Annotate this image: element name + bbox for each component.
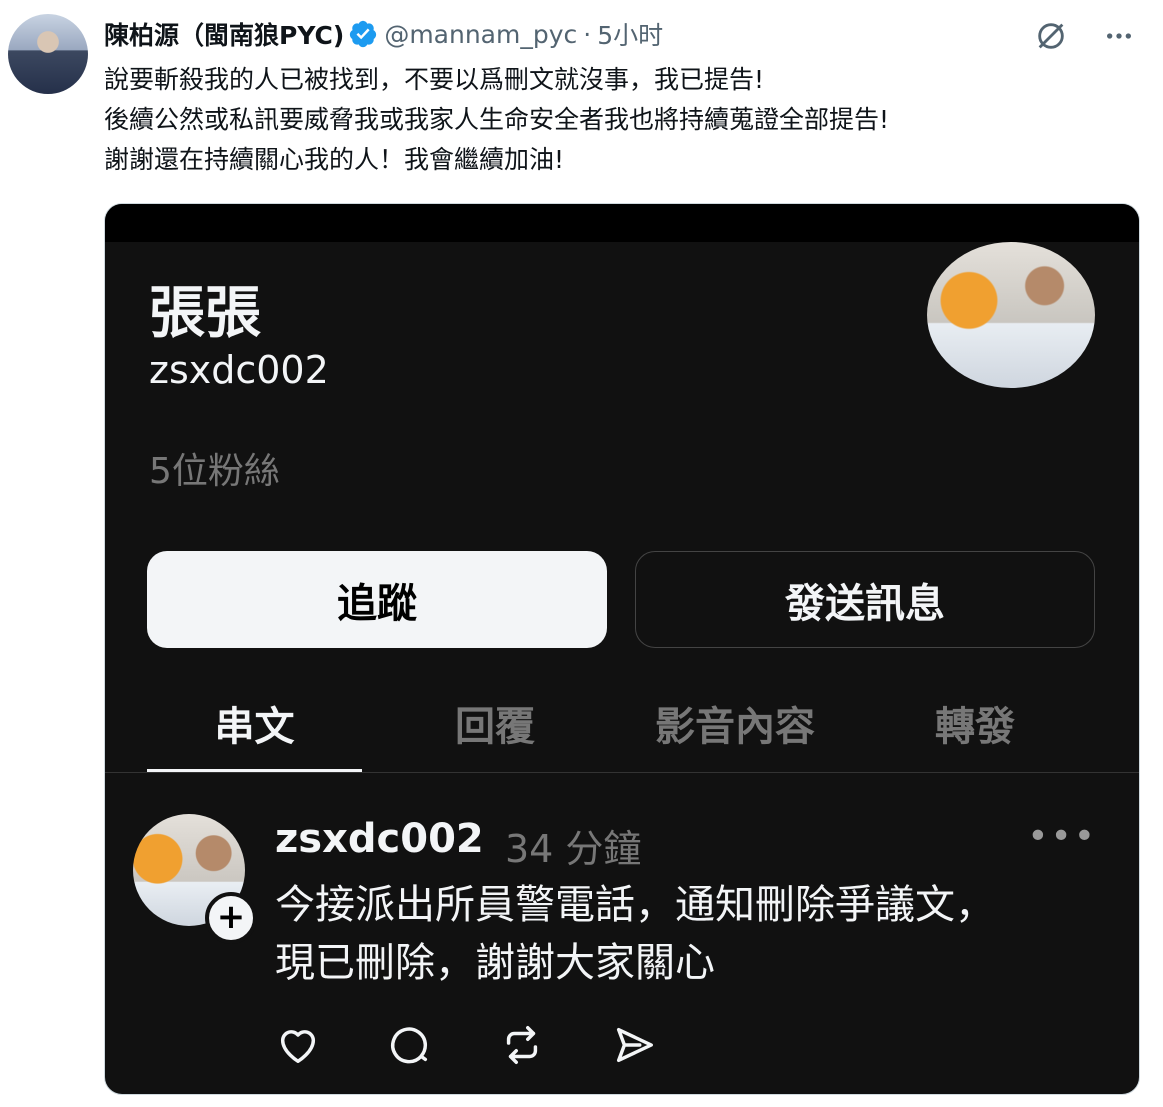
post-line-1: 今接派出所員警電話，通知刪除爭議文，	[275, 882, 995, 928]
send-message-button: 發送訊息	[635, 551, 1095, 648]
tab-media: 影音內容	[655, 704, 815, 750]
heart-icon	[275, 1022, 321, 1068]
profile-name: 張張	[149, 281, 261, 346]
tweet-line-3: 謝謝還在持續關心我的人！我會繼續加油!	[104, 145, 565, 174]
post-username: zsxdc002	[275, 816, 484, 862]
follow-button: 追蹤	[147, 551, 607, 648]
comment-icon	[387, 1022, 433, 1068]
grok-icon[interactable]	[1031, 16, 1071, 56]
profile-tabs: 串文 回覆 影音內容 轉發	[105, 694, 1139, 773]
tweet-top-actions	[1031, 16, 1139, 56]
author-handle[interactable]: @mannam_pyc	[384, 20, 577, 49]
post-actions	[275, 1022, 657, 1068]
repost-icon	[499, 1022, 545, 1068]
more-icon[interactable]	[1099, 16, 1139, 56]
tweet-line-2: 後續公然或私訊要威脅我或我家人生命安全者我也將持續蒐證全部提告!	[104, 105, 890, 134]
active-tab-indicator	[147, 769, 362, 772]
tab-reposts: 轉發	[935, 704, 1015, 750]
post-text: 今接派出所員警電話，通知刪除爭議文， 現已刪除，謝謝大家關心	[275, 876, 995, 992]
plus-icon: +	[205, 892, 257, 944]
profile-photo	[927, 242, 1095, 388]
verified-badge-icon	[348, 19, 378, 49]
tab-threads: 串文	[214, 704, 295, 750]
share-icon	[611, 1022, 657, 1068]
profile-followers: 5位粉絲	[149, 451, 280, 492]
author-display-name[interactable]: 陳柏源（閩南狼PYC)	[104, 16, 344, 52]
post-time: 34 分鐘	[505, 827, 642, 871]
attached-screenshot[interactable]: 張張 zsxdc002 5位粉絲 追蹤 發送訊息 串文 回覆 影音內容 轉發 +…	[104, 203, 1140, 1095]
tweet-time[interactable]: 5小时	[597, 16, 663, 52]
post-more-icon: •••	[1027, 816, 1097, 857]
author-avatar[interactable]	[8, 14, 88, 94]
tweet-header: 陳柏源（閩南狼PYC) @mannam_pyc · 5小时	[104, 16, 663, 52]
tweet-text: 說要斬殺我的人已被找到，不要以爲刪文就沒事，我已提告! 後續公然或私訊要威脅我或…	[104, 60, 889, 180]
tweet-line-1: 說要斬殺我的人已被找到，不要以爲刪文就沒事，我已提告!	[104, 65, 765, 94]
profile-handle: zsxdc002	[149, 348, 329, 392]
screenshot-status-bar	[105, 204, 1139, 242]
tab-replies: 回覆	[455, 704, 535, 750]
separator-dot: ·	[583, 19, 592, 49]
post-line-2: 現已刪除，謝謝大家關心	[275, 940, 715, 986]
